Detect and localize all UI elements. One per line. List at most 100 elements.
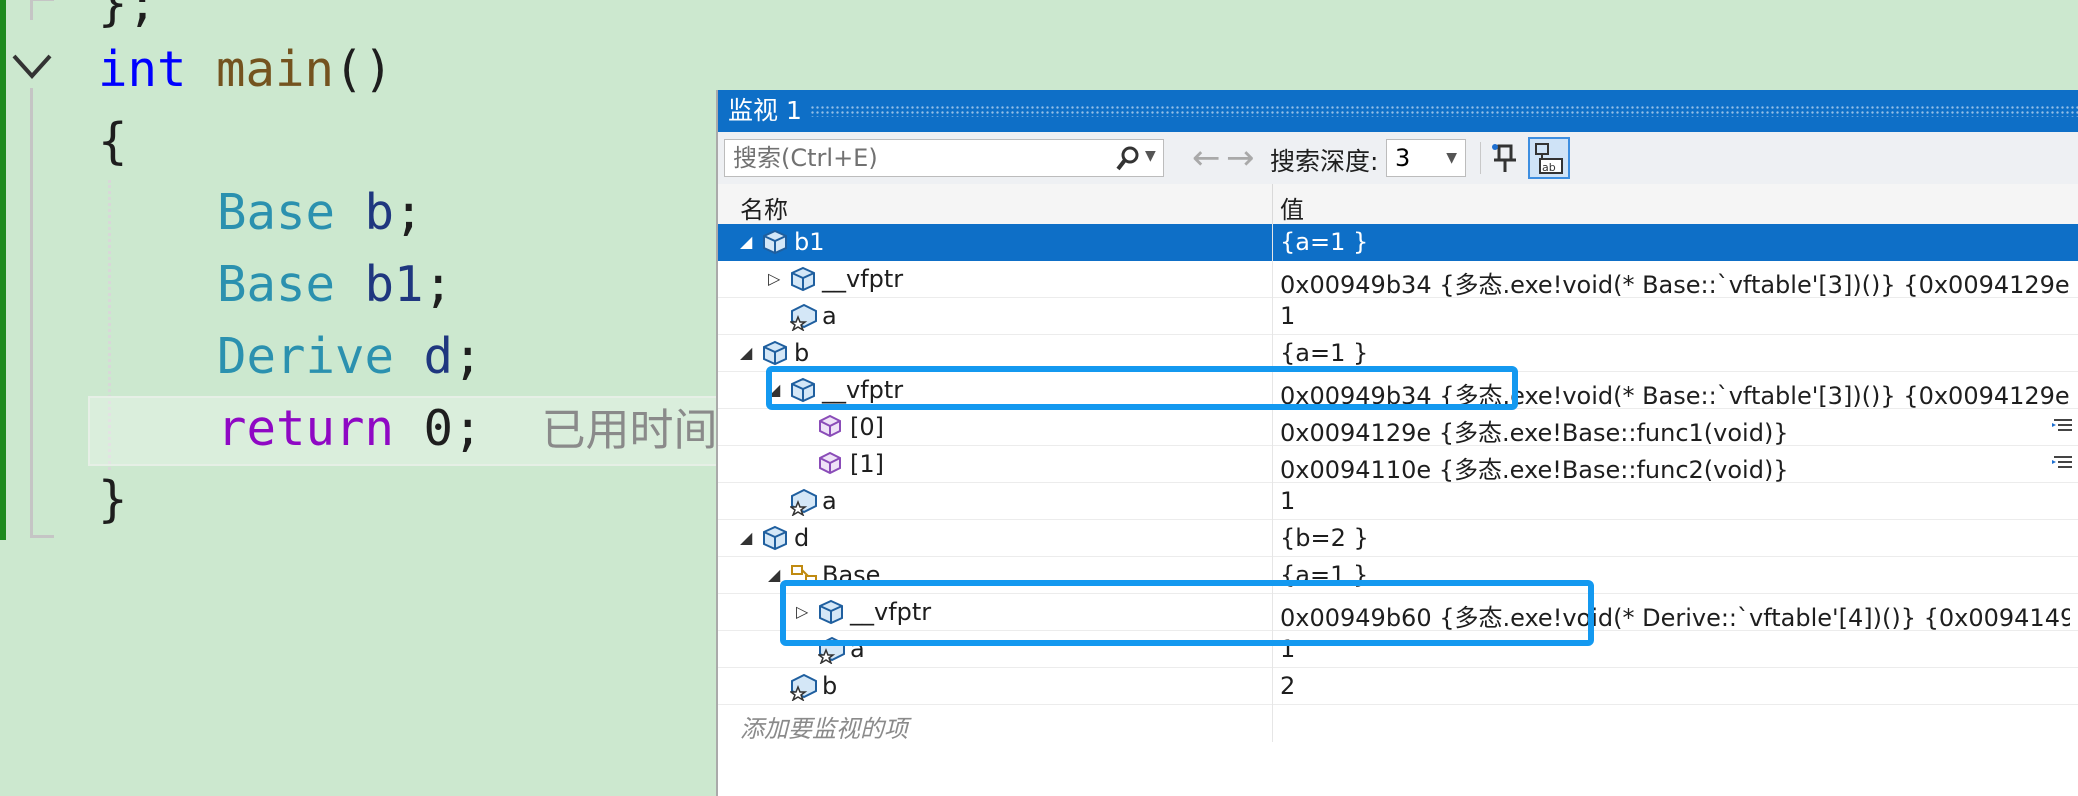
title-grip	[810, 105, 2078, 117]
object-icon	[762, 340, 788, 372]
text-visualizer-icon[interactable]	[2052, 454, 2074, 474]
toolbar-separator	[1480, 142, 1481, 174]
watch-row-name: b	[822, 672, 838, 700]
watch-row[interactable]: ◢ __vfptr 0x00949b34 {多态.exe!void(* Base::…	[718, 372, 2078, 411]
expand-triangle-icon[interactable]: ▷	[796, 601, 808, 623]
search-depth-select[interactable]: 3 ▼	[1386, 139, 1466, 177]
watch-row-value[interactable]: 0x0094129e {多态.exe!Base::func1(void)}	[1280, 413, 2070, 448]
elapsed-time-hint: 已用时间	[541, 405, 718, 456]
watch-row[interactable]: ◢ b {a=1 }	[718, 335, 2078, 372]
search-next-arrow-icon[interactable]: →	[1226, 138, 1255, 178]
column-splitter	[1272, 520, 1273, 557]
text-visualizer-icon[interactable]	[2052, 417, 2074, 437]
code-text: ;	[394, 184, 424, 241]
column-splitter	[1272, 224, 1273, 261]
watch-row-value[interactable]: 1	[1280, 635, 2070, 663]
change-indicator-bar	[0, 0, 6, 540]
column-splitter	[1272, 631, 1273, 668]
watch-row-value[interactable]: 1	[1280, 487, 2070, 515]
object-icon	[762, 229, 788, 261]
watch-title-bar[interactable]: 监视 1	[718, 90, 2078, 132]
column-header-name[interactable]: 名称	[740, 190, 788, 225]
code-line[interactable]: {	[98, 112, 128, 172]
column-splitter	[1272, 335, 1273, 372]
watch-row[interactable]: [1] 0x0094110e {多态.exe!Base::func2(void)}	[718, 446, 2078, 485]
code-line[interactable]: Base b1;	[217, 255, 453, 315]
watch-row-value[interactable]: 0x0094110e {多态.exe!Base::func2(void)}	[1280, 450, 2070, 485]
watch-row-value[interactable]: 0x00949b34 {多态.exe!void(* Base::`vftable…	[1280, 376, 2070, 411]
add-watch-item[interactable]: 添加要监视的项	[740, 709, 908, 744]
watch-row[interactable]: b2	[718, 668, 2078, 705]
column-splitter	[1272, 409, 1273, 446]
code-line-current[interactable]: return 0; 已用时间	[217, 399, 718, 461]
watch-row-name: d	[794, 524, 810, 552]
code-text: ;	[423, 256, 454, 313]
array-element-icon	[818, 451, 842, 481]
watch-row-value[interactable]: 2	[1280, 672, 2070, 700]
watch-row-name: __vfptr	[822, 376, 904, 404]
watch-row-value[interactable]: {a=1 }	[1280, 339, 2070, 367]
watch-row-value[interactable]: 0x00949b60 {多态.exe!void(* Derive::`vftab…	[1280, 598, 2070, 633]
collapse-triangle-icon[interactable]: ◢	[740, 527, 752, 549]
collapse-chevron-icon[interactable]	[10, 50, 54, 84]
field-icon	[788, 673, 818, 707]
watch-row-value[interactable]: {b=2 }	[1280, 524, 2070, 552]
code-line[interactable]: Base b;	[217, 183, 424, 243]
watch-row[interactable]: [0] 0x0094129e {多态.exe!Base::func1(void)}	[718, 409, 2078, 448]
collapse-triangle-icon[interactable]: ◢	[740, 342, 752, 364]
search-box[interactable]: ▼	[724, 139, 1164, 177]
watch-row[interactable]: a1	[718, 631, 2078, 668]
column-header-value[interactable]: 值	[1280, 190, 1304, 225]
array-element-icon	[818, 414, 842, 444]
column-splitter	[1272, 372, 1273, 409]
code-text: }	[98, 471, 128, 528]
watch-row[interactable]: ▷ __vfptr 0x00949b60 {多态.exe!void(* Derive…	[718, 594, 2078, 633]
keyword: return	[217, 400, 395, 457]
code-line[interactable]: Derive d;	[217, 327, 483, 387]
code-line[interactable]: }	[98, 470, 128, 530]
svg-text:ab: ab	[1542, 161, 1556, 174]
expand-triangle-icon[interactable]: ▷	[768, 268, 780, 290]
watch-row-name: a	[822, 487, 837, 515]
search-icon[interactable]	[1115, 145, 1141, 173]
watch-row[interactable]: a1	[718, 483, 2078, 520]
watch-row[interactable]: a1	[718, 298, 2078, 335]
code-text: {	[98, 113, 128, 170]
object-icon	[790, 377, 816, 409]
collapse-triangle-icon[interactable]: ◢	[768, 564, 780, 586]
brace-guide	[30, 88, 33, 538]
code-line[interactable]: int main()	[98, 40, 393, 100]
column-header: 名称 值	[718, 184, 2078, 225]
watch-row[interactable]: ◢ b1 {a=1 }	[718, 224, 2078, 261]
column-splitter	[1272, 668, 1273, 705]
watch-row-value[interactable]: 0x00949b34 {多态.exe!void(* Base::`vftable…	[1280, 265, 2070, 300]
search-input[interactable]	[725, 140, 1111, 176]
search-options-chevron-icon[interactable]: ▼	[1145, 148, 1156, 164]
watch-row-name: __vfptr	[822, 265, 904, 293]
watch-row-name: Base	[822, 561, 881, 589]
watch-row-name: [0]	[850, 413, 884, 441]
variable-name: d	[423, 328, 454, 385]
object-icon	[762, 525, 788, 557]
field-icon	[788, 488, 818, 522]
collapse-triangle-icon[interactable]: ◢	[768, 379, 780, 401]
code-text: ;	[453, 328, 483, 385]
hex-display-toggle[interactable]: ab	[1528, 137, 1570, 179]
watch-row-value[interactable]: 1	[1280, 302, 2070, 330]
watch-row-name: [1]	[850, 450, 884, 478]
watch-row[interactable]: ◢ Base {a=1 }	[718, 557, 2078, 594]
object-icon	[818, 599, 844, 631]
column-splitter[interactable]	[1272, 184, 1273, 224]
search-previous-arrow-icon[interactable]: ←	[1192, 138, 1221, 178]
watch-row[interactable]: ▷ __vfptr 0x00949b34 {多态.exe!void(* Base::…	[718, 261, 2078, 300]
brace-guide	[30, 0, 33, 20]
pin-icon[interactable]	[1490, 140, 1520, 176]
brace-guide-end	[30, 535, 54, 538]
watch-row[interactable]: ◢ d {b=2 }	[718, 520, 2078, 557]
column-splitter	[1272, 261, 1273, 298]
watch-row-value[interactable]: {a=1 }	[1280, 561, 2070, 589]
collapse-triangle-icon[interactable]: ◢	[740, 231, 752, 253]
watch-row-value[interactable]: {a=1 }	[1280, 228, 2070, 256]
code-line[interactable]: };	[98, 0, 157, 34]
object-icon	[790, 266, 816, 298]
